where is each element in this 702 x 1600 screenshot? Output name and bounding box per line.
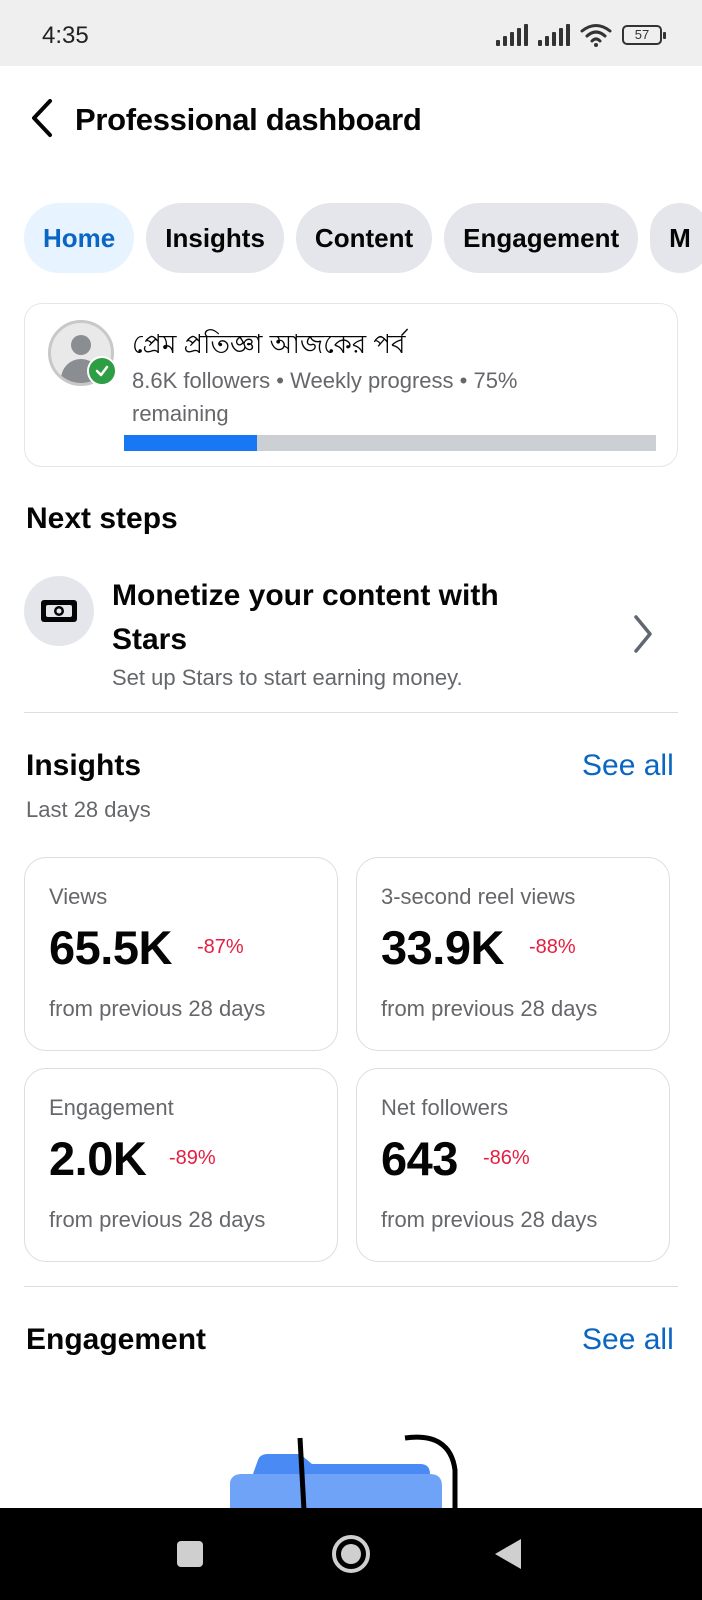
stat-footnote: from previous 28 days bbox=[381, 996, 598, 1021]
stat-card-reel-views[interactable]: 3-second reel views 33.9K -88% from prev… bbox=[356, 857, 670, 1051]
stat-footnote: from previous 28 days bbox=[381, 1207, 598, 1232]
stat-value: 65.5K bbox=[49, 921, 172, 974]
folder-illustration bbox=[230, 1434, 458, 1510]
stat-label: 3-second reel views bbox=[381, 884, 576, 909]
stat-card-engagement[interactable]: Engagement 2.0K -89% from previous 28 da… bbox=[24, 1068, 338, 1262]
status-icons: 57 bbox=[496, 22, 666, 48]
stat-delta: -89% bbox=[169, 1147, 216, 1169]
tab-engagement[interactable]: Engagement bbox=[444, 203, 639, 273]
stat-value: 33.9K bbox=[381, 921, 504, 974]
engagement-see-all-link[interactable]: See all bbox=[582, 1323, 674, 1357]
money-icon bbox=[24, 576, 94, 646]
stat-footnote: from previous 28 days bbox=[49, 996, 266, 1021]
signal-icon bbox=[496, 24, 528, 46]
back-nav-button[interactable] bbox=[488, 1534, 528, 1574]
stat-label: Net followers bbox=[381, 1095, 509, 1120]
chevron-right-icon[interactable] bbox=[628, 612, 658, 656]
home-button[interactable] bbox=[331, 1534, 371, 1574]
divider bbox=[24, 712, 678, 713]
stat-value: 643 bbox=[381, 1132, 458, 1185]
status-time: 4:35 bbox=[42, 22, 89, 49]
stat-delta: -87% bbox=[197, 936, 244, 958]
stat-card-views[interactable]: Views 65.5K -87% from previous 28 days bbox=[24, 857, 338, 1051]
stat-delta: -88% bbox=[529, 936, 576, 958]
status-bar: 4:35 57 bbox=[0, 0, 702, 66]
chevron-left-icon bbox=[32, 99, 52, 137]
square-icon bbox=[177, 1541, 203, 1567]
signal-icon bbox=[538, 24, 570, 46]
insights-period: Last 28 days bbox=[26, 797, 151, 822]
monetize-title[interactable]: Monetize your content with Stars bbox=[112, 574, 542, 662]
progress-fill bbox=[124, 435, 257, 451]
monetize-subtitle: Set up Stars to start earning money. bbox=[112, 665, 463, 690]
stat-delta: -86% bbox=[483, 1147, 530, 1169]
tab-bar: Home Insights Content Engagement M bbox=[24, 203, 702, 273]
engagement-title: Engagement bbox=[26, 1323, 207, 1356]
profile-card[interactable]: প্রেম প্রতিজ্ঞা আজকের পর্ব 8.6K follower… bbox=[24, 303, 678, 467]
verified-check-icon bbox=[87, 356, 117, 386]
insights-title: Insights bbox=[26, 749, 142, 782]
triangle-back-icon bbox=[495, 1539, 521, 1569]
circle-icon bbox=[332, 1535, 370, 1573]
stat-card-net-followers[interactable]: Net followers 643 -86% from previous 28 … bbox=[356, 1068, 670, 1262]
stat-footnote: from previous 28 days bbox=[49, 1207, 266, 1232]
stat-label: Engagement bbox=[49, 1095, 174, 1120]
wifi-icon bbox=[580, 24, 612, 47]
system-nav-bar bbox=[0, 1508, 702, 1600]
battery-icon: 57 bbox=[622, 25, 666, 45]
insights-see-all-link[interactable]: See all bbox=[582, 749, 674, 783]
next-steps-title: Next steps bbox=[26, 502, 178, 535]
stat-value: 2.0K bbox=[49, 1132, 147, 1185]
app-header: Professional dashboard bbox=[0, 66, 702, 176]
tab-home[interactable]: Home bbox=[24, 203, 135, 273]
tab-more[interactable]: M bbox=[650, 203, 702, 273]
weekly-progress-bar bbox=[124, 435, 656, 451]
page-title: Professional dashboard bbox=[75, 102, 422, 137]
recents-button[interactable] bbox=[170, 1534, 210, 1574]
divider bbox=[24, 1286, 678, 1287]
tab-insights[interactable]: Insights bbox=[146, 203, 284, 273]
profile-meta: 8.6K followers • Weekly progress • 75% r… bbox=[132, 368, 518, 426]
tab-content[interactable]: Content bbox=[295, 203, 433, 273]
profile-name: প্রেম প্রতিজ্ঞা আজকের পর্ব bbox=[132, 329, 406, 359]
stat-label: Views bbox=[49, 884, 108, 909]
back-button[interactable] bbox=[22, 98, 62, 138]
